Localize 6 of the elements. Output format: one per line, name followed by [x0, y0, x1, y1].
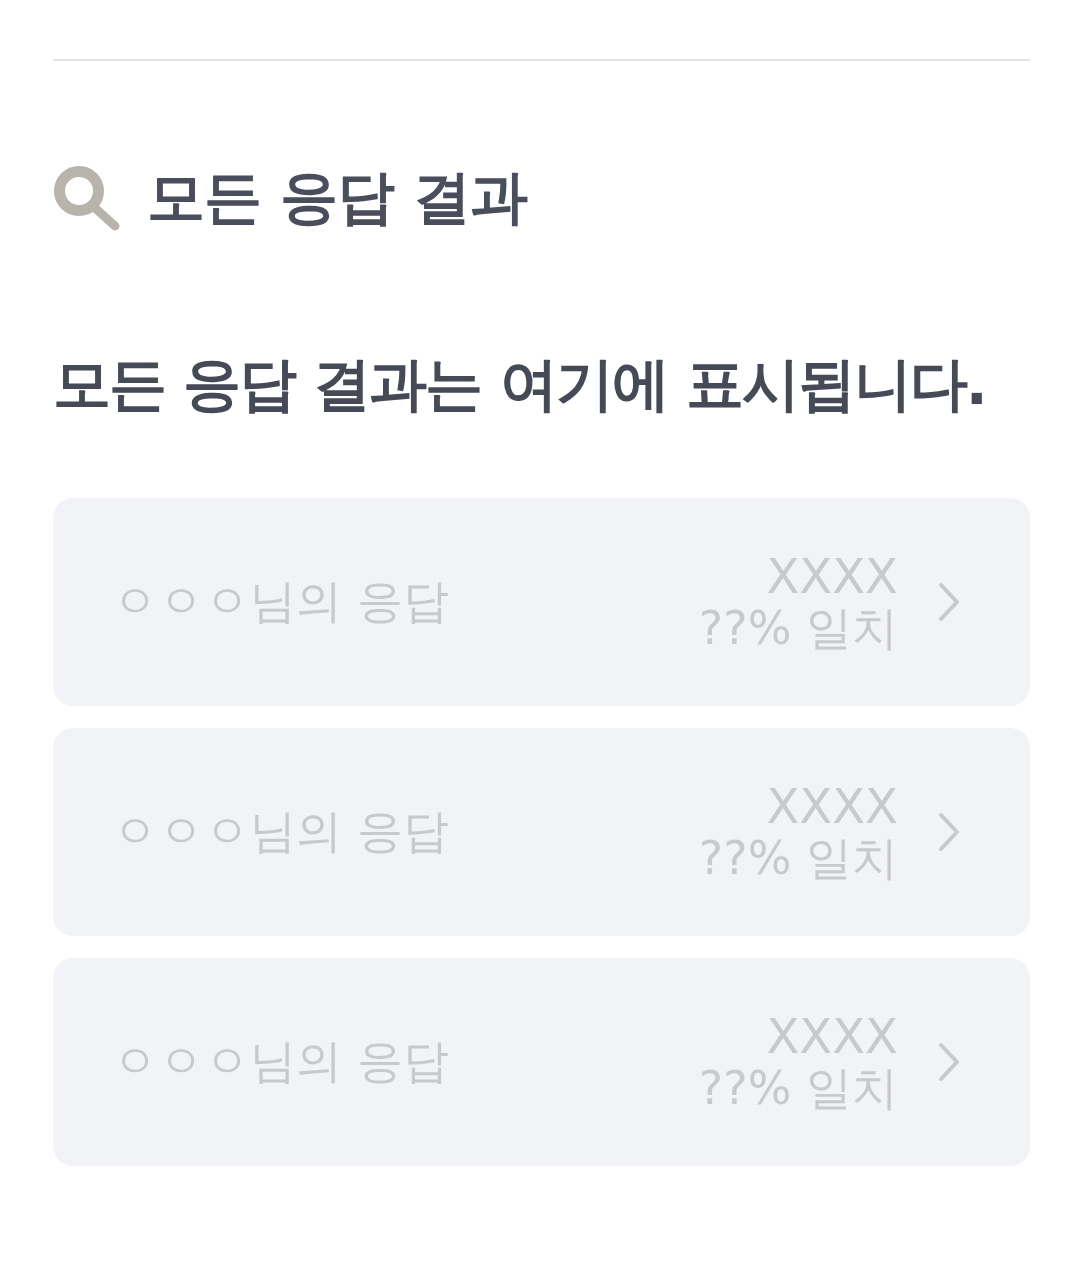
- info-message: 모든 응답 결과는 여기에 표시됩니다.: [53, 351, 987, 418]
- chevron-right-icon: [938, 1041, 960, 1082]
- search-icon: [53, 165, 121, 231]
- chevron-right-icon: [938, 581, 960, 622]
- chevron-right-icon: [938, 811, 960, 852]
- section-title: 모든 응답 결과: [147, 166, 528, 230]
